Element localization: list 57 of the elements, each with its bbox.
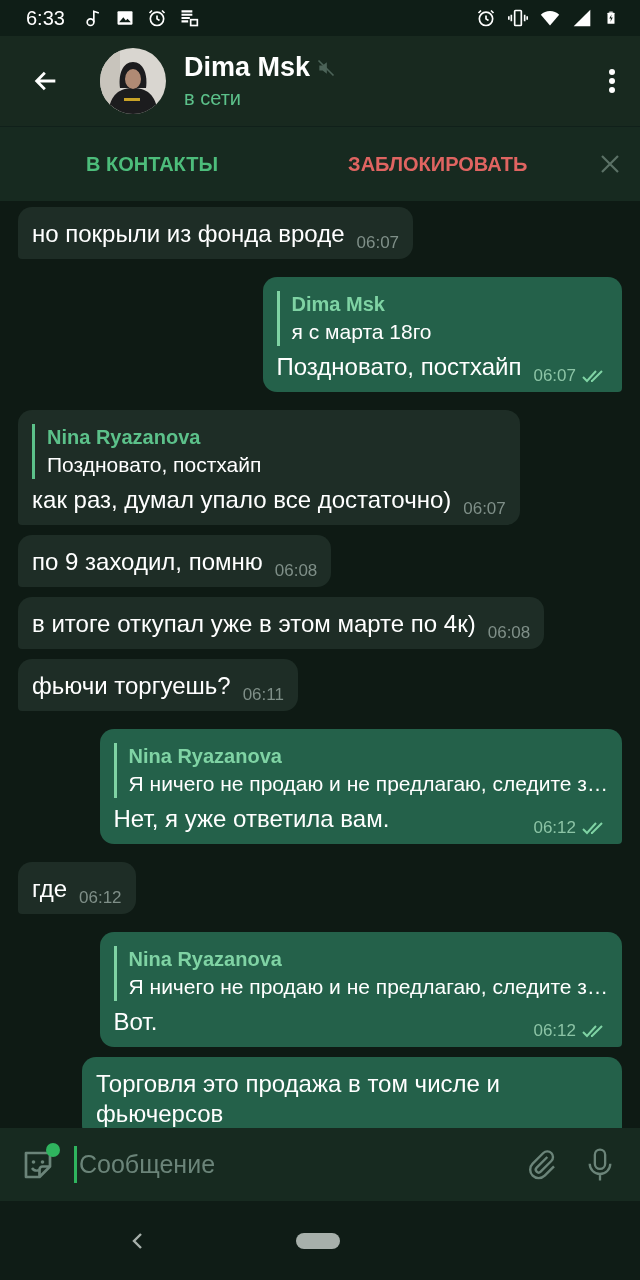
message-text: где [32, 874, 68, 904]
message-time: 06:12 [79, 888, 122, 908]
signal-icon [572, 8, 592, 28]
message-text: но покрыли из фонда вроде [32, 219, 345, 249]
message-text: Нет, я уже ответила вам. [113, 804, 390, 834]
message-text: как раз, думал упало все достаточно) [32, 485, 452, 515]
message-input[interactable]: Сообщение [74, 1146, 504, 1183]
vibrate-icon [508, 8, 528, 28]
reply-text: Я ничего не продаю и не предлагаю, следите з… [128, 772, 608, 796]
message-bubble[interactable]: Nina Ryazanova Поздновато, постхайп как раз, думал упало все достаточно) 06:07 [18, 410, 520, 525]
message-composer[interactable]: Сообщение [0, 1128, 640, 1201]
message-bubble[interactable]: в итоге откупал уже в этом марте по 4к) 06:08 [18, 597, 545, 649]
reply-quote[interactable]: Dima Msk я с марта 18го [276, 291, 608, 346]
close-icon [600, 154, 620, 174]
message-text: Вот. [113, 1007, 158, 1037]
reply-author: Dima Msk [291, 293, 386, 316]
reply-author: Nina Ryazanova [128, 948, 283, 971]
message-time: 06:12 [533, 818, 576, 838]
message-bubble[interactable]: Nina Ryazanova Я ничего не продаю и не предлагаю, следите з… Вот. 06:12 [99, 932, 622, 1047]
message-bubble[interactable]: фьючи торгуешь? 06:11 [18, 659, 298, 711]
message-bubble[interactable]: по 9 заходил, помню 06:08 [18, 535, 332, 587]
wifi-icon [540, 8, 560, 28]
message-time: 06:07 [463, 499, 506, 519]
home-button[interactable] [296, 1233, 340, 1249]
message-time: 06:08 [487, 623, 531, 643]
message-bubble[interactable]: Nina Ryazanova Я ничего не продаю и не предлагаю, следите з… Нет, я уже ответила вам. 06:12 [99, 729, 622, 844]
online-status: в сети [184, 87, 242, 110]
status-time: 6:33 [26, 6, 65, 30]
reply-text: Поздновато, постхайп [47, 453, 263, 477]
reply-quote[interactable]: Nina Ryazanova Поздновато, постхайп [32, 424, 506, 479]
reply-author: Nina Ryazanova [128, 745, 283, 768]
reply-text: я с марта 18го [291, 320, 433, 344]
message-text: в итоге откупал уже в этом марте по 4к) [32, 609, 476, 639]
contact-name: Dima Msk [184, 52, 311, 83]
reply-author: Nina Ryazanova [47, 426, 202, 449]
reply-text: Я ничего не продаю и не предлагаю, следите з… [128, 975, 608, 999]
message-time: 06:07 [356, 233, 400, 253]
message-time: 06:11 [242, 685, 284, 705]
reply-quote[interactable]: Nina Ryazanova Я ничего не продаю и не предлагаю, следите з… [113, 946, 608, 1001]
add-contact-button[interactable]: В КОНТАКТЫ [76, 142, 229, 186]
message-time: 06:08 [274, 561, 318, 581]
alarm-icon [146, 8, 167, 28]
message-text: фьючи торгуешь? [32, 671, 231, 701]
chevron-left-icon [130, 1231, 144, 1251]
message-bubble[interactable]: Dima Msk я с марта 18го Поздновато, постхайп 06:07 [262, 277, 622, 392]
message-time: 06:12 [533, 1021, 576, 1041]
menu-icon [608, 68, 616, 94]
message-bubble[interactable]: где 06:12 [18, 862, 136, 914]
message-text: по 9 заходил, помню [32, 547, 263, 577]
message-bubble[interactable]: но покрыли из фонда вроде 06:07 [18, 207, 414, 259]
message-time: 06:07 [533, 366, 576, 386]
message-text: Поздновато, постхайп [276, 352, 522, 382]
reply-quote[interactable]: Nina Ryazanova Я ничего не продаю и не предлагаю, следите з… [113, 743, 608, 798]
block-button[interactable]: ЗАБЛОКИРОВАТЬ [338, 142, 538, 186]
message-bubble[interactable]: Торговля это продажа в том числе и фьючерсов [82, 1057, 622, 1128]
message-text: Торговля это продажа в том числе и фьючерсов [96, 1069, 501, 1128]
alarm-icon [476, 8, 496, 28]
